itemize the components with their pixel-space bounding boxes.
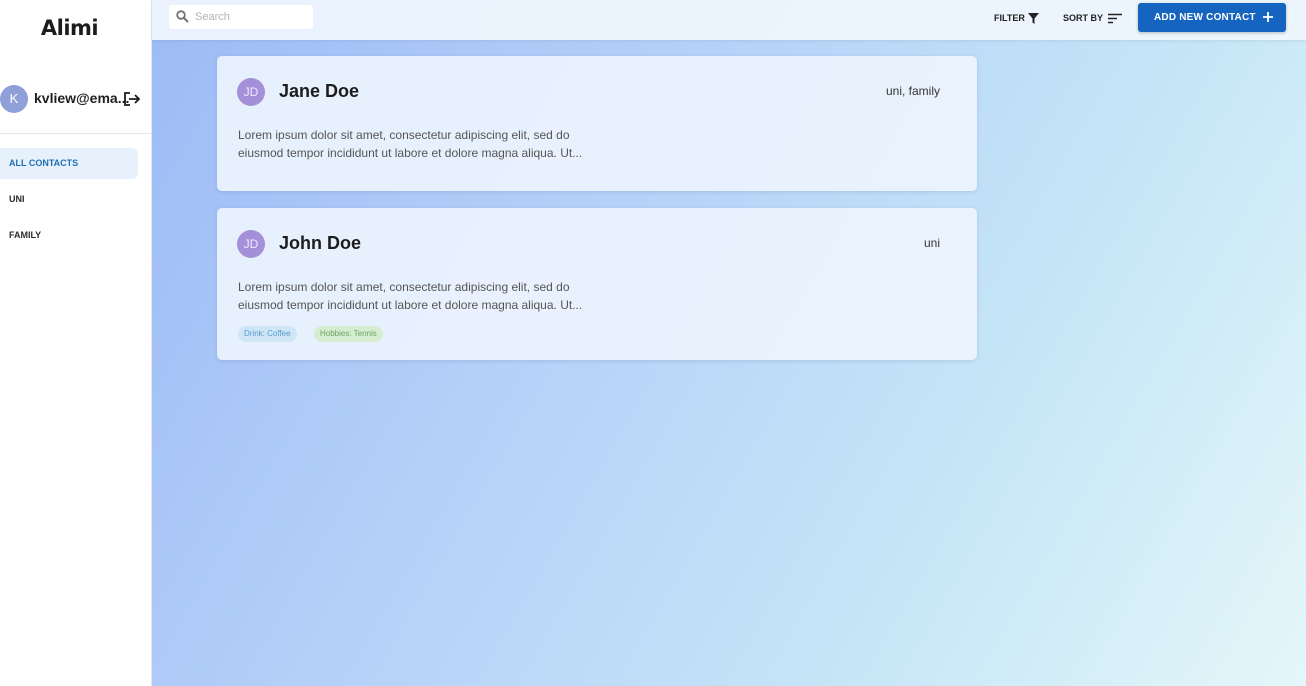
- top-toolbar: FILTER SORT BY ADD NEW CONTACT: [152, 0, 1306, 40]
- main-content: FILTER SORT BY ADD NEW CONTACT JD Jane D…: [152, 0, 1306, 686]
- add-contact-label: ADD NEW CONTACT: [1154, 12, 1256, 23]
- sidebar-item-label: UNI: [9, 194, 25, 204]
- filter-button[interactable]: FILTER: [994, 10, 1039, 26]
- contact-avatar: JD: [237, 78, 265, 106]
- search-input[interactable]: [195, 7, 307, 27]
- sort-icon: [1108, 13, 1123, 24]
- contact-groups: uni, family: [885, 84, 940, 98]
- sidebar-item-uni[interactable]: UNI: [0, 184, 138, 215]
- sidebar-item-label: ALL CONTACTS: [9, 158, 79, 168]
- sidebar-divider: [0, 133, 152, 134]
- contact-description: Lorem ipsum dolor sit amet, consectetur …: [238, 128, 583, 160]
- tag-chip: Hobbies: Tennis: [314, 326, 383, 342]
- tag-chip: Drink: Coffee: [238, 326, 297, 342]
- app-logo: Alimi: [40, 16, 99, 40]
- contact-card-john-doe[interactable]: JD John Doe uni Lorem ipsum dolor sit am…: [217, 208, 977, 360]
- plus-icon: [1263, 12, 1273, 22]
- sidebar-item-family[interactable]: FAMILY: [0, 220, 138, 251]
- contact-card-jane-doe[interactable]: JD Jane Doe uni, family Lorem ipsum dolo…: [217, 56, 977, 191]
- add-contact-button[interactable]: ADD NEW CONTACT: [1138, 3, 1286, 32]
- filter-label: FILTER: [994, 13, 1025, 23]
- filter-icon: [1027, 13, 1039, 25]
- user-row: K kvliew@ema...: [0, 84, 152, 116]
- sidebar-item-all-contacts[interactable]: ALL CONTACTS: [0, 148, 138, 179]
- search-box: [169, 5, 313, 29]
- sidebar: Alimi K kvliew@ema... ALL CONTACTS UNI F…: [0, 0, 152, 686]
- logout-icon[interactable]: [123, 91, 141, 107]
- user-avatar: K: [0, 85, 28, 113]
- search-icon: [176, 10, 189, 23]
- contact-name: John Doe: [279, 233, 362, 253]
- sidebar-item-label: FAMILY: [9, 230, 42, 240]
- contact-description: Lorem ipsum dolor sit amet, consectetur …: [238, 280, 583, 312]
- contact-name: Jane Doe: [279, 81, 360, 101]
- contact-avatar: JD: [237, 230, 265, 258]
- sort-label: SORT BY: [1063, 13, 1104, 23]
- contact-groups: uni: [923, 236, 940, 250]
- sort-button[interactable]: SORT BY: [1063, 10, 1123, 26]
- user-email: kvliew@ema...: [34, 90, 130, 106]
